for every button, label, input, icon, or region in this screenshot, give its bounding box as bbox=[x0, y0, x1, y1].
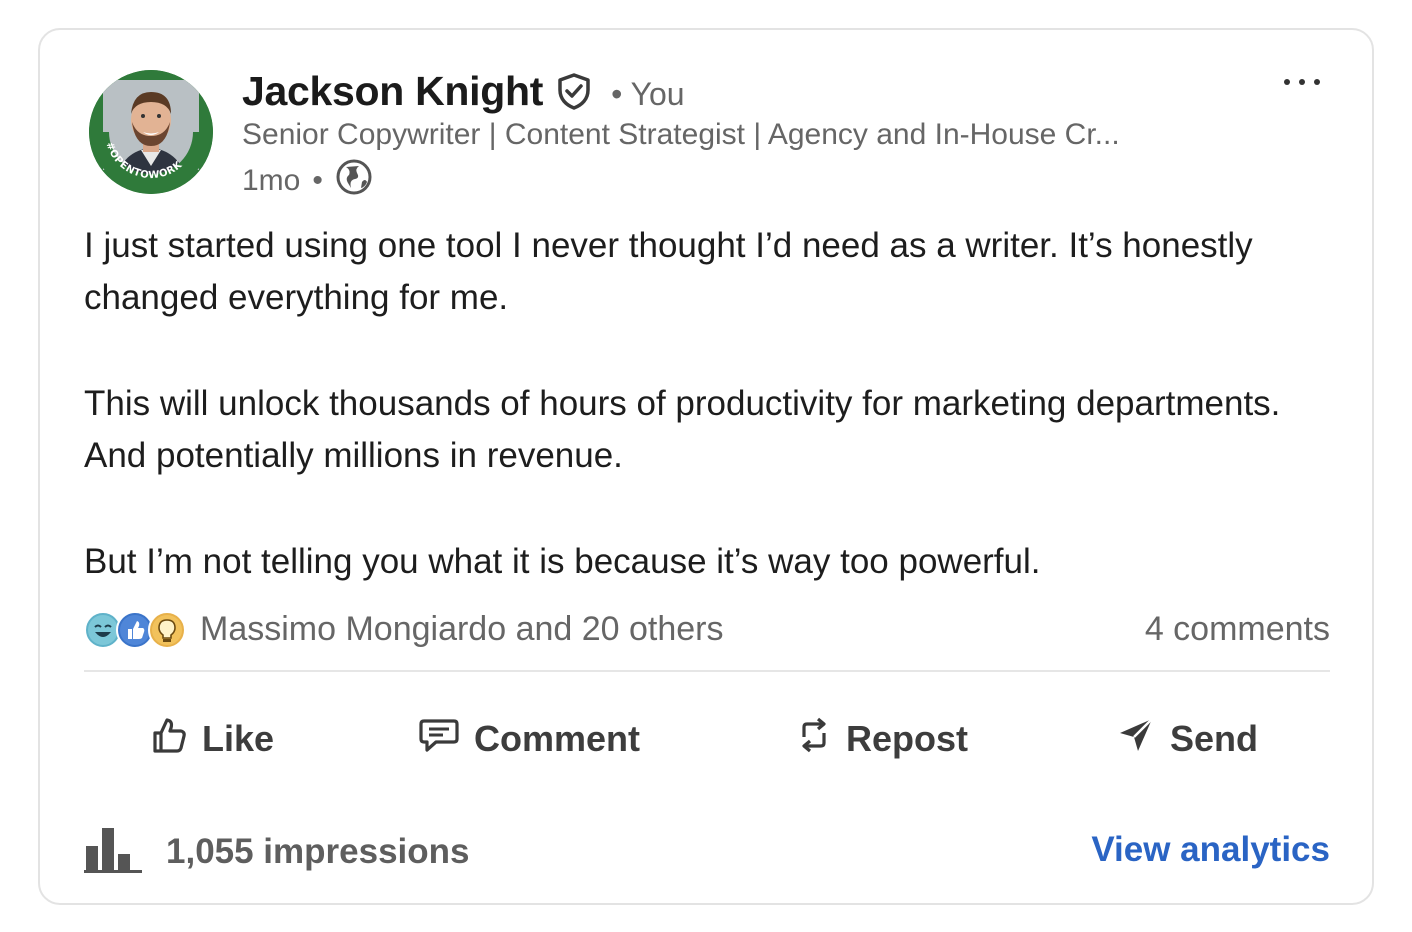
relation-text: You bbox=[630, 76, 685, 112]
send-button[interactable]: Send bbox=[1116, 710, 1258, 768]
post-paragraph: I just started using one tool I never th… bbox=[84, 226, 1253, 317]
impressions-summary: 1,055 impressions bbox=[84, 824, 470, 879]
avatar[interactable]: #OPENTOWORK bbox=[89, 70, 213, 194]
reactions-summary[interactable]: Massimo Mongiardo and 20 others bbox=[84, 610, 724, 649]
comment-label: Comment bbox=[474, 718, 641, 759]
verified-shield-icon bbox=[555, 72, 593, 115]
comment-bubble-icon bbox=[418, 715, 460, 764]
send-paper-plane-icon bbox=[1116, 715, 1156, 764]
more-options-button[interactable] bbox=[1278, 68, 1326, 96]
divider bbox=[84, 670, 1330, 672]
more-dot bbox=[1314, 79, 1320, 85]
like-label: Like bbox=[202, 718, 275, 759]
comment-button[interactable]: Comment bbox=[418, 710, 640, 768]
comments-count-link[interactable]: 4 comments bbox=[1145, 610, 1330, 649]
post-body: I just started using one tool I never th… bbox=[84, 220, 1334, 588]
globe-icon bbox=[335, 158, 373, 204]
insightful-reaction-icon bbox=[148, 610, 186, 649]
post-paragraph: This will unlock thousands of hours of p… bbox=[84, 384, 1281, 475]
relation-label: • You bbox=[611, 76, 685, 112]
avatar-image: #OPENTOWORK bbox=[89, 70, 213, 194]
more-dot bbox=[1284, 79, 1290, 85]
post-meta: 1mo • bbox=[242, 158, 373, 204]
post-paragraph: But I’m not telling you what it is becau… bbox=[84, 542, 1041, 581]
post-card: #OPENTOWORK Jackson Knight • You Senior … bbox=[38, 28, 1374, 905]
bar-chart-icon bbox=[84, 824, 142, 879]
more-dot bbox=[1299, 79, 1305, 85]
action-bar: Like Comment Repost Send bbox=[84, 710, 1330, 768]
post-time: 1mo bbox=[242, 164, 301, 197]
author-name[interactable]: Jackson Knight bbox=[242, 68, 543, 115]
repost-label: Repost bbox=[846, 718, 969, 759]
impressions-count: 1,055 impressions bbox=[166, 831, 470, 871]
thumbs-up-icon bbox=[150, 715, 188, 764]
repost-button[interactable]: Repost bbox=[796, 710, 968, 768]
author-headline: Senior Copywriter | Content Strategist |… bbox=[242, 118, 1120, 151]
send-label: Send bbox=[1170, 718, 1259, 759]
reactions-text[interactable]: Massimo Mongiardo and 20 others bbox=[200, 610, 724, 649]
meta-separator: • bbox=[312, 164, 323, 197]
repost-arrows-icon bbox=[796, 715, 832, 764]
like-button[interactable]: Like bbox=[150, 710, 274, 768]
view-analytics-link[interactable]: View analytics bbox=[1091, 830, 1330, 870]
